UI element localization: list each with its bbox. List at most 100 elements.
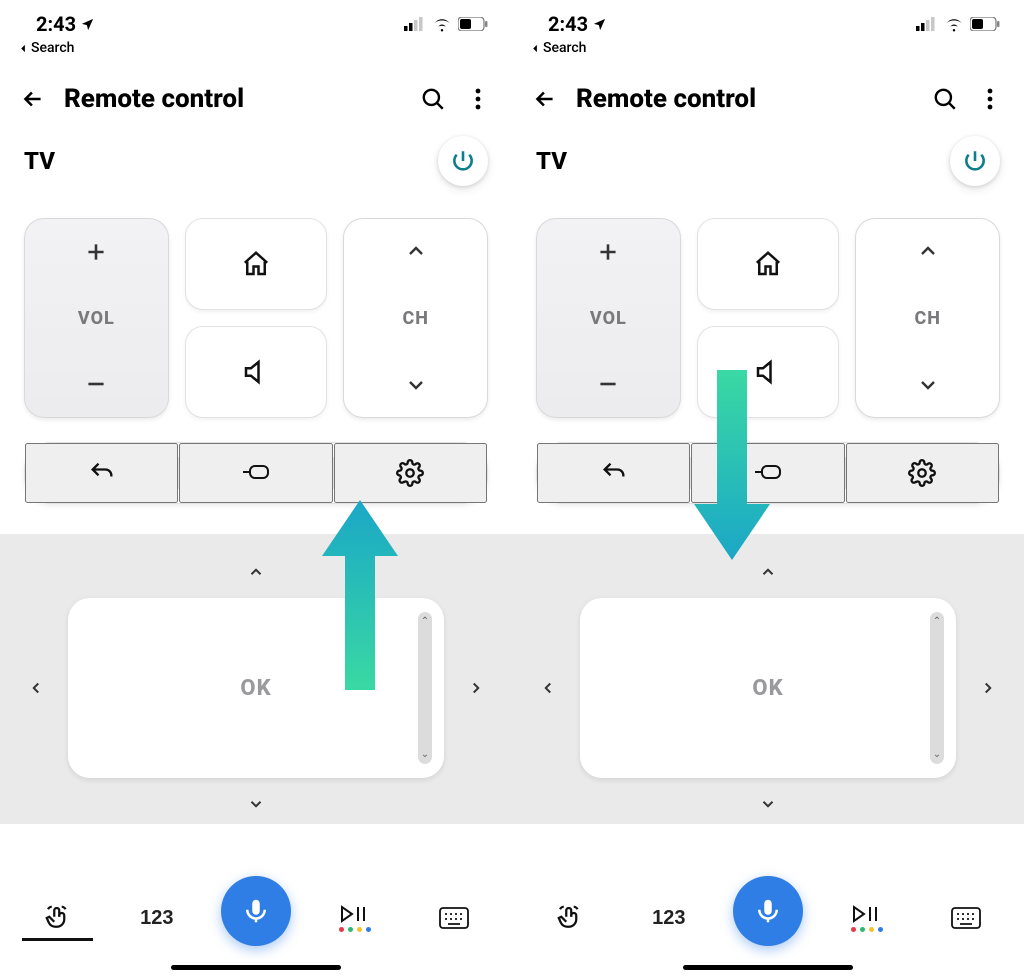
- back-to-search[interactable]: Search: [512, 40, 1024, 60]
- plus-icon: [83, 239, 109, 265]
- return-icon: [88, 459, 116, 487]
- search-button[interactable]: [420, 86, 446, 112]
- tab-playback[interactable]: [306, 905, 405, 932]
- keyboard-icon: [439, 907, 469, 929]
- kebab-icon: [475, 87, 481, 111]
- play-pause-icon: [340, 905, 370, 923]
- home-button[interactable]: [185, 218, 328, 310]
- status-time: 2:43: [548, 12, 607, 36]
- mute-button[interactable]: [185, 326, 328, 418]
- ok-pad[interactable]: OK ⌃⌄: [580, 598, 956, 778]
- volume-label: VOL: [78, 308, 115, 329]
- return-button[interactable]: [537, 443, 690, 503]
- kebab-icon: [987, 87, 993, 111]
- battery-icon: [458, 17, 488, 31]
- volume-up-button[interactable]: [83, 239, 109, 265]
- tab-touch[interactable]: [8, 903, 107, 933]
- cellular-icon: [916, 17, 938, 31]
- tri-row: [24, 442, 488, 504]
- ok-label: OK: [752, 676, 783, 701]
- tab-numpad[interactable]: 123: [619, 907, 718, 930]
- dpad-left[interactable]: [528, 668, 568, 708]
- device-name: TV: [536, 147, 567, 175]
- battery-icon: [970, 17, 1000, 31]
- dpad: OK ⌃⌄: [528, 552, 1008, 824]
- volume-up-button[interactable]: [595, 239, 621, 265]
- dpad-left[interactable]: [16, 668, 56, 708]
- dpad-area: OK ⌃ ⌄: [0, 534, 512, 824]
- ok-scroll-indicator[interactable]: ⌃⌄: [930, 612, 944, 764]
- home-indicator: [171, 965, 341, 970]
- touch-icon: [555, 903, 585, 933]
- mic-icon: [753, 896, 783, 926]
- input-button[interactable]: [179, 443, 332, 503]
- dpad-up[interactable]: [236, 552, 276, 592]
- tabbar: 123: [512, 878, 1024, 958]
- back-caret-icon: [18, 43, 29, 54]
- device-row: TV: [512, 122, 1024, 204]
- gear-icon: [396, 459, 424, 487]
- scroll-down-caret-icon: ⌄: [421, 749, 429, 760]
- gear-icon: [908, 459, 936, 487]
- arrow-left-icon: [532, 86, 558, 112]
- page-title: Remote control: [64, 84, 402, 114]
- input-icon: [241, 461, 271, 485]
- chevron-down-icon: [916, 373, 940, 397]
- more-button[interactable]: [976, 87, 1004, 111]
- search-button[interactable]: [932, 86, 958, 112]
- power-button[interactable]: [950, 136, 1000, 186]
- tab-numpad[interactable]: 123: [107, 907, 206, 930]
- search-icon: [420, 86, 446, 112]
- wifi-icon: [432, 16, 452, 32]
- home-indicator: [683, 965, 853, 970]
- dpad-down[interactable]: [748, 784, 788, 824]
- dpad-right[interactable]: [456, 668, 496, 708]
- chevron-up-icon: [759, 563, 777, 581]
- power-button[interactable]: [438, 136, 488, 186]
- color-dots: [339, 927, 371, 932]
- tab-keyboard[interactable]: [917, 907, 1016, 929]
- settings-button[interactable]: [846, 443, 999, 503]
- tab-playback[interactable]: [818, 905, 917, 932]
- tab-touch[interactable]: [520, 903, 619, 933]
- device-row: TV: [0, 122, 512, 204]
- mic-icon: [241, 896, 271, 926]
- tab-keyboard[interactable]: [405, 907, 504, 929]
- status-bar: 2:43: [512, 0, 1024, 40]
- back-button[interactable]: [532, 86, 558, 112]
- chevron-down-icon: [247, 795, 265, 813]
- tab-mic[interactable]: [718, 890, 817, 946]
- return-button[interactable]: [25, 443, 178, 503]
- phone-right: 2:43 Search Remote control TV: [512, 0, 1024, 976]
- location-arrow-icon: [592, 17, 607, 32]
- arrow-left-icon: [20, 86, 46, 112]
- dpad: OK ⌃ ⌄: [16, 552, 496, 824]
- page-title: Remote control: [576, 84, 914, 114]
- tab-mic[interactable]: [206, 890, 305, 946]
- ok-scroll-indicator[interactable]: ⌃ ⌄: [418, 612, 432, 764]
- chevron-left-icon: [27, 679, 45, 697]
- channel-up-button[interactable]: [916, 239, 940, 263]
- channel-down-button[interactable]: [404, 373, 428, 397]
- volume-rocker: VOL: [24, 218, 169, 418]
- status-right: [916, 16, 1000, 32]
- dpad-down[interactable]: [236, 784, 276, 824]
- channel-up-button[interactable]: [404, 239, 428, 263]
- settings-button[interactable]: [334, 443, 487, 503]
- back-to-search[interactable]: Search: [0, 40, 512, 60]
- status-time-text: 2:43: [36, 12, 76, 36]
- ok-label: OK: [240, 676, 271, 701]
- volume-down-button[interactable]: [83, 371, 109, 397]
- channel-down-button[interactable]: [916, 373, 940, 397]
- app-header: Remote control: [512, 60, 1024, 122]
- home-button[interactable]: [697, 218, 840, 310]
- dpad-right[interactable]: [968, 668, 1008, 708]
- phone-left: 2:43 Search Remote control TV: [0, 0, 512, 976]
- minus-icon: [595, 371, 621, 397]
- back-button[interactable]: [20, 86, 46, 112]
- chevron-right-icon: [979, 679, 997, 697]
- more-button[interactable]: [464, 87, 492, 111]
- volume-down-button[interactable]: [595, 371, 621, 397]
- play-pause-icon: [852, 905, 882, 923]
- chevron-right-icon: [467, 679, 485, 697]
